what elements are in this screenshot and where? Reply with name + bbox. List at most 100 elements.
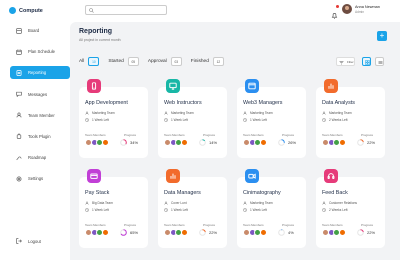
filter-approval[interactable]: Approval 03 (148, 57, 182, 66)
sidebar: Compute Board Plan Schedule Reporting Me… (0, 0, 78, 260)
sidebar-item-reporting[interactable]: Reporting (10, 66, 70, 80)
roadmap-icon (16, 156, 22, 160)
sidebar-item-board[interactable]: Board (10, 24, 70, 37)
clock-icon (85, 208, 89, 212)
app-name: Compute (19, 7, 43, 14)
clock-icon (243, 208, 247, 212)
project-card[interactable]: Data Managers Cover Lunt 1 Week Left Team M… (158, 169, 227, 248)
clock-icon (243, 118, 247, 122)
sidebar-item-label: Team Member (28, 112, 55, 118)
phone-icon (91, 82, 97, 90)
progress-label: Progress (124, 133, 137, 137)
filter-started[interactable]: Started 05 (108, 57, 139, 66)
progress-label: Progress (361, 133, 374, 137)
progress-label: Progress (282, 133, 295, 137)
sidebar-item-label: Roadmap (28, 155, 47, 161)
team-icon (85, 201, 89, 205)
project-card[interactable]: Web3 Managers Marketing Team 1 Week Left Te… (237, 79, 306, 158)
sidebar-item-messages[interactable]: Messages (10, 88, 70, 101)
filter-label: Finished (190, 59, 209, 64)
topbar: Anna Newman Admin (78, 0, 400, 22)
team-icon (164, 201, 168, 205)
project-card[interactable]: Cinimatography Marketing Team 1 Week Left T… (237, 169, 306, 248)
filter-button[interactable]: Filter (336, 57, 355, 66)
chart-icon (328, 83, 334, 89)
sidebar-item-plan-schedule[interactable]: Plan Schedule (10, 45, 70, 58)
list-view-button[interactable] (375, 57, 384, 66)
sidebar-item-tools-plugin[interactable]: Tools Plugin (10, 130, 70, 143)
project-icon (245, 169, 259, 183)
project-title: Data Analysts (322, 100, 355, 106)
progress-ring (278, 229, 285, 236)
add-project-button[interactable]: + (377, 31, 387, 41)
avatar (338, 139, 346, 146)
project-title: Cinimatography (243, 190, 281, 196)
avatar[interactable] (342, 4, 352, 14)
sidebar-item-team-member[interactable]: Team Member (10, 109, 70, 122)
sidebar-item-label: Messages (28, 91, 48, 97)
user-role: Admin (355, 10, 365, 14)
avatar (259, 229, 267, 236)
project-team: Customer Relations (322, 201, 357, 205)
project-title: Pay Stack (85, 190, 110, 196)
team-icon (322, 111, 326, 115)
monitor-icon (169, 82, 177, 90)
progress-ring (199, 229, 206, 236)
team-name: Marketing Team (171, 111, 194, 115)
project-title: Web3 Managers (243, 100, 283, 106)
member-avatars (322, 229, 346, 236)
sidebar-item-settings[interactable]: Settings (10, 172, 70, 185)
progress-value: 34% (130, 140, 139, 145)
notifications-button[interactable] (331, 5, 339, 19)
member-avatars (164, 139, 188, 146)
project-title: App Development (85, 100, 128, 106)
progress-value: 65% (130, 230, 139, 235)
team-name: Cover Lunt (171, 201, 187, 205)
member-avatars (85, 229, 109, 236)
filter-all[interactable]: All 10 (79, 57, 100, 66)
sidebar-item-label: Settings (28, 176, 44, 182)
plugin-icon (16, 134, 22, 140)
progress-ring (278, 139, 285, 146)
filter-icon (339, 61, 344, 65)
logout-label: Logout (28, 238, 41, 244)
project-deadline: 1 Week Left (243, 118, 267, 122)
app: Compute Board Plan Schedule Reporting Me… (0, 0, 400, 260)
grid-view-button[interactable] (362, 57, 371, 66)
project-card[interactable]: Web Instructors Marketing Team 1 Week Left… (158, 79, 227, 158)
message-icon (16, 91, 22, 98)
avatar (338, 229, 346, 236)
project-icon (87, 169, 101, 183)
team-icon (85, 111, 89, 115)
progress-label: Progress (361, 223, 374, 227)
project-icon (324, 169, 338, 183)
page-title: Reporting (79, 28, 113, 35)
filter-finished[interactable]: Finished 12 (191, 57, 224, 66)
sidebar-item-label: Reporting (28, 70, 47, 76)
project-deadline: 1 Week Left (85, 208, 109, 212)
project-icon (324, 79, 338, 93)
time-left: 1 Week Left (171, 208, 188, 212)
sidebar-item-label: Board (28, 28, 40, 33)
members-label: Team Members (85, 223, 106, 227)
project-card[interactable]: App Development Marketing Team 1 Week Left… (79, 79, 148, 158)
member-avatars (164, 229, 188, 236)
progress-ring (357, 139, 364, 146)
project-card[interactable]: Data Analysts Marketing Team 2 Weeks Left T… (316, 79, 385, 158)
project-deadline: 1 Week Left (164, 118, 188, 122)
headset-icon (327, 173, 335, 179)
sidebar-item-roadmap[interactable]: Roadmap (10, 151, 70, 164)
app-logo[interactable]: Compute (9, 7, 43, 14)
project-card[interactable]: Pay Stack Big Data Team 1 Week Left Team Me… (79, 169, 148, 248)
search-input[interactable] (85, 5, 167, 15)
members-label: Team Members (85, 133, 106, 137)
project-deadline: 1 Week Left (164, 208, 188, 212)
report-icon (16, 70, 22, 76)
project-title: Data Managers (164, 190, 201, 196)
project-card[interactable]: Feed Back Customer Relations 2 Weeks Left T… (316, 169, 385, 248)
project-team: Marketing Team (164, 111, 194, 115)
filter-button-label: Filter (347, 60, 354, 64)
avatar (180, 229, 188, 236)
progress-label: Progress (282, 223, 295, 227)
logout-button[interactable]: Logout (16, 238, 41, 244)
